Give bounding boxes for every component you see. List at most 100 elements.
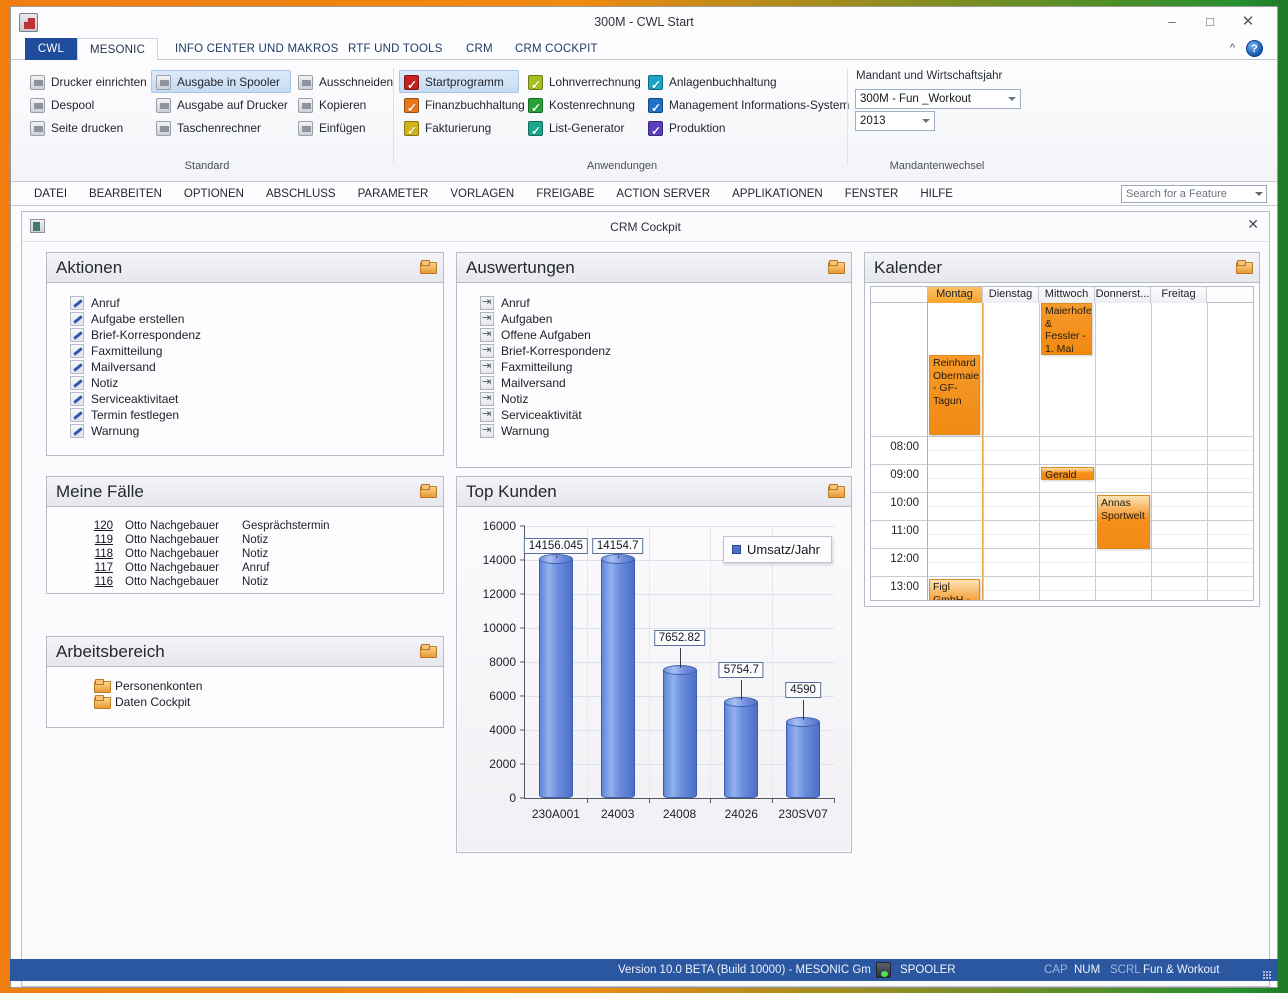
calendar-day-header-1[interactable]: Dienstag: [983, 287, 1039, 303]
menu-item-abschluss[interactable]: ABSCHLUSS: [255, 182, 347, 206]
status-spooler[interactable]: SPOOLER: [900, 959, 956, 981]
table-row[interactable]: 120 Otto Nachgebauer Gesprächstermin: [47, 519, 443, 533]
ribbon-item-startprogramm[interactable]: Startprogramm: [399, 70, 519, 97]
list-item[interactable]: Aufgaben: [457, 310, 851, 327]
ribbon-item-ausgabe-in-spooler[interactable]: Ausgabe in Spooler: [151, 70, 291, 93]
list-item[interactable]: Anruf: [47, 295, 443, 311]
menu-item-applikationen[interactable]: APPLIKATIONEN: [721, 182, 834, 206]
ribbon-item-anlagenbuchhaltung[interactable]: Anlagenbuchhaltung: [643, 70, 845, 97]
folder-icon[interactable]: [420, 644, 437, 658]
search-input[interactable]: Search for a Feature: [1121, 185, 1267, 203]
case-id-link[interactable]: 116: [87, 575, 113, 589]
case-id-link[interactable]: 117: [87, 561, 113, 575]
list-item[interactable]: Offene Aufgaben: [457, 326, 851, 343]
menu-item-action-server[interactable]: ACTION SERVER: [605, 182, 721, 206]
mandant-value: 300M - Fun _Workout: [860, 93, 972, 105]
maximize-button[interactable]: □: [1195, 11, 1225, 33]
list-item[interactable]: Brief-Korrespondenz: [47, 327, 443, 343]
list-item[interactable]: Serviceaktivitaet: [47, 391, 443, 407]
table-row[interactable]: 117 Otto Nachgebauer Anruf: [47, 561, 443, 575]
ribbon-item-kopieren[interactable]: Kopieren: [293, 93, 401, 116]
ribbon-item-drucker-einrichten[interactable]: Drucker einrichten: [25, 70, 147, 93]
menu-item-hilfe[interactable]: HILFE: [909, 182, 964, 206]
calendar-appointment[interactable]: Maierhofe & Fessler - 1. Mai: [1041, 303, 1092, 355]
mandant-select[interactable]: 300M - Fun _Workout: [855, 89, 1021, 109]
ribbon-item-finanzbuchhaltung[interactable]: Finanzbuchhaltung: [399, 93, 525, 120]
list-item[interactable]: Personenkonten: [47, 678, 443, 694]
case-id-link[interactable]: 118: [87, 547, 113, 561]
folder-icon[interactable]: [420, 260, 437, 274]
tab-mesonic[interactable]: MESONIC: [77, 38, 159, 60]
tab-crm-cockpit[interactable]: CRM COCKPIT: [503, 38, 610, 60]
list-item[interactable]: Mailversand: [457, 374, 851, 391]
table-row[interactable]: 118 Otto Nachgebauer Notiz: [47, 547, 443, 561]
ribbon-item-despool[interactable]: Despool: [25, 93, 147, 116]
calendar-day-header-2[interactable]: Mittwoch: [1039, 287, 1095, 303]
menu-item-fenster[interactable]: FENSTER: [834, 182, 910, 206]
tab-rtf-und-tools[interactable]: RTF UND TOOLS: [336, 38, 455, 60]
minimize-button[interactable]: –: [1157, 11, 1187, 33]
ribbon-item-taschenrechner[interactable]: Taschenrechner: [151, 116, 291, 139]
folder-icon[interactable]: [420, 484, 437, 498]
menu-item-parameter[interactable]: PARAMETER: [347, 182, 440, 206]
search-placeholder: Search for a Feature: [1126, 188, 1227, 200]
year-select[interactable]: 2013: [855, 111, 935, 131]
ribbon-item-seite-drucken[interactable]: Seite drucken: [25, 116, 147, 139]
list-item[interactable]: Serviceaktivität: [457, 406, 851, 423]
list-item[interactable]: Daten Cockpit: [47, 694, 443, 710]
ribbon-item-fakturierung[interactable]: Fakturierung: [399, 116, 519, 143]
tab-crm[interactable]: CRM: [454, 38, 505, 60]
ribbon-item-produktion[interactable]: Produktion: [643, 116, 845, 143]
list-item[interactable]: Faxmitteilung: [47, 343, 443, 359]
ribbon-item-kostenrechnung[interactable]: Kostenrechnung: [523, 93, 641, 120]
calendar-appointment[interactable]: Figl GmbH - Präsentati: [929, 579, 980, 600]
list-item[interactable]: Termin festlegen: [47, 407, 443, 423]
document-close-button[interactable]: ✕: [1247, 216, 1259, 233]
close-button[interactable]: ✕: [1233, 11, 1263, 33]
list-item[interactable]: Anruf: [457, 294, 851, 311]
chart-bar[interactable]: [538, 554, 573, 798]
calendar-day-header-3[interactable]: Donnerst...: [1095, 287, 1151, 303]
tab-cwl[interactable]: CWL: [25, 38, 77, 60]
menu-item-datei[interactable]: DATEI: [23, 182, 78, 206]
menu-item-vorlagen[interactable]: VORLAGEN: [439, 182, 525, 206]
calendar-appointment[interactable]: Gerald: [1041, 467, 1094, 480]
folder-icon[interactable]: [828, 484, 845, 498]
list-item[interactable]: Warnung: [47, 423, 443, 439]
chart-bar[interactable]: [600, 554, 635, 798]
list-item[interactable]: Aufgabe erstellen: [47, 311, 443, 327]
ribbon-item-management-informations-system[interactable]: Management Informations-System: [643, 93, 849, 120]
collapse-ribbon-button[interactable]: ^: [1230, 42, 1235, 54]
calendar-grid[interactable]: Montag Dienstag Mittwoch Donnerst... Freitag…: [870, 286, 1254, 601]
ribbon-item-ausgabe-auf-drucker[interactable]: Ausgabe auf Drucker: [151, 93, 291, 116]
folder-icon[interactable]: [828, 260, 845, 274]
chart-bar[interactable]: [662, 664, 697, 798]
menu-item-freigabe[interactable]: FREIGABE: [525, 182, 605, 206]
table-row[interactable]: 116 Otto Nachgebauer Notiz: [47, 575, 443, 589]
list-item[interactable]: Notiz: [457, 390, 851, 407]
list-item[interactable]: Notiz: [47, 375, 443, 391]
list-item[interactable]: Warnung: [457, 422, 851, 439]
case-id-link[interactable]: 120: [87, 519, 113, 533]
folder-icon[interactable]: [1236, 260, 1253, 274]
calendar-appointment[interactable]: Reinhard Obermaie - GF-Tagun: [929, 355, 980, 435]
calendar-day-header-4[interactable]: Freitag: [1151, 287, 1207, 303]
menu-item-optionen[interactable]: OPTIONEN: [173, 182, 255, 206]
chart-bar[interactable]: [786, 716, 821, 798]
list-item[interactable]: Faxmitteilung: [457, 358, 851, 375]
list-item[interactable]: Mailversand: [47, 359, 443, 375]
help-icon[interactable]: ?: [1246, 40, 1263, 57]
calendar-appointment[interactable]: Annas Sportwelt: [1097, 495, 1150, 549]
ribbon-item-list-generator[interactable]: List-Generator: [523, 116, 641, 143]
ribbon-item-einfuegen[interactable]: Einfügen: [293, 116, 401, 139]
case-id-link[interactable]: 119: [87, 533, 113, 547]
calendar-day-header-0[interactable]: Montag: [927, 287, 983, 303]
menu-item-bearbeiten[interactable]: BEARBEITEN: [78, 182, 173, 206]
tab-info-center-und-makros[interactable]: INFO CENTER UND MAKROS: [163, 38, 351, 60]
table-row[interactable]: 119 Otto Nachgebauer Notiz: [47, 533, 443, 547]
ribbon-item-ausschneiden[interactable]: Ausschneiden: [293, 70, 401, 93]
list-item[interactable]: Brief-Korrespondenz: [457, 342, 851, 359]
ribbon-item-lohnverrechnung[interactable]: Lohnverrechnung: [523, 70, 641, 97]
resize-grip[interactable]: [1263, 971, 1272, 979]
chart-bar[interactable]: [724, 697, 759, 798]
